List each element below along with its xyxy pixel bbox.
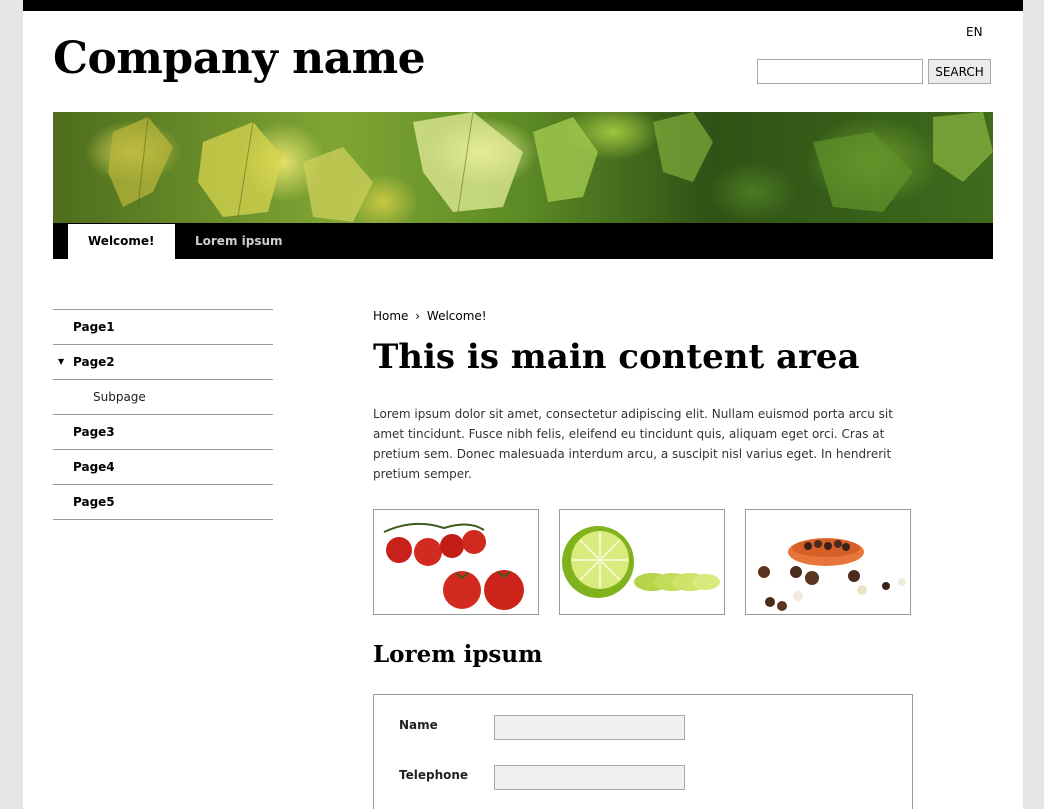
sidebar-item-label: Subpage: [93, 390, 146, 404]
leaves-illustration: [108, 112, 993, 222]
tomatoes-image[interactable]: [373, 509, 539, 615]
name-label: Name: [399, 718, 438, 732]
sidebar-menu: Page1 ▼ Page2 Subpage Page3 Page4 Page5: [53, 309, 273, 520]
sidebar-item-page5[interactable]: Page5: [53, 485, 273, 520]
sidebar-item-label: Page2: [73, 355, 115, 369]
company-logo[interactable]: Company name: [53, 33, 426, 84]
tab-lorem-ipsum[interactable]: Lorem ipsum: [175, 224, 303, 259]
page-container: EN Company name SEARCH Welcome! Lorem ip…: [23, 0, 1023, 809]
header-banner-image: [53, 112, 993, 223]
search-input[interactable]: [757, 59, 923, 84]
tab-welcome[interactable]: Welcome!: [68, 224, 175, 259]
sidebar-item-label: Page1: [73, 320, 115, 334]
page-title: This is main content area: [373, 337, 860, 377]
sidebar-item-label: Page3: [73, 425, 115, 439]
sidebar-item-page4[interactable]: Page4: [53, 450, 273, 485]
breadcrumb-separator: ›: [415, 309, 421, 323]
sidebar-item-label: Page5: [73, 495, 115, 509]
contact-form: Name Telephone: [373, 694, 913, 809]
breadcrumb-current: Welcome!: [426, 309, 487, 323]
sidebar-item-page2[interactable]: ▼ Page2: [53, 345, 273, 380]
breadcrumb: Home › Welcome!: [373, 309, 490, 323]
expand-arrow-icon: ▼: [58, 357, 65, 366]
breadcrumb-home-link[interactable]: Home: [373, 309, 408, 323]
telephone-field[interactable]: [494, 765, 685, 790]
lime-illustration: [562, 526, 720, 598]
sidebar-item-label: Page4: [73, 460, 115, 474]
peppercorns-image[interactable]: [745, 509, 911, 615]
tomatoes-illustration: [383, 522, 524, 610]
peppercorns-illustration: [758, 538, 906, 611]
name-field[interactable]: [494, 715, 685, 740]
language-switch[interactable]: EN: [966, 25, 983, 39]
sidebar-item-page3[interactable]: Page3: [53, 415, 273, 450]
section-title: Lorem ipsum: [373, 641, 543, 668]
sidebar-item-subpage[interactable]: Subpage: [53, 380, 273, 415]
search-button[interactable]: SEARCH: [928, 59, 991, 84]
intro-paragraph: Lorem ipsum dolor sit amet, consectetur …: [373, 407, 893, 481]
main-navigation: Welcome! Lorem ipsum: [53, 223, 993, 259]
sidebar-item-page1[interactable]: Page1: [53, 310, 273, 345]
telephone-label: Telephone: [399, 768, 469, 782]
lime-image[interactable]: [559, 509, 725, 615]
